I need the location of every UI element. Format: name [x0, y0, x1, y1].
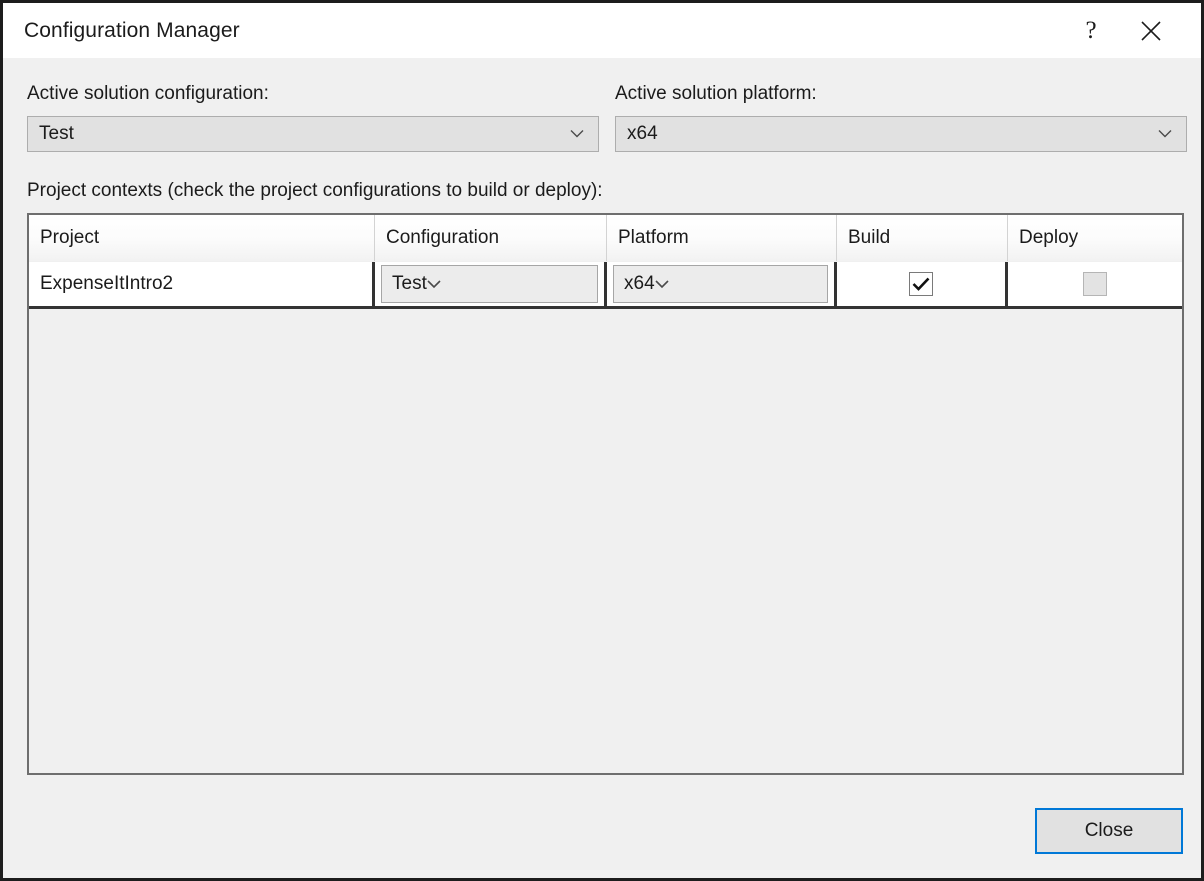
- active-solution-platform-value: x64: [627, 123, 658, 145]
- deploy-checkbox: [1083, 272, 1107, 296]
- row-configuration-value: Test: [392, 273, 427, 295]
- active-solution-platform-label: Active solution platform:: [615, 83, 817, 105]
- checkmark-icon: [912, 277, 930, 291]
- question-mark-icon: ?: [1085, 18, 1096, 43]
- close-icon: [1140, 20, 1162, 42]
- project-contexts-label: Project contexts (check the project conf…: [27, 180, 603, 202]
- title-bar: Configuration Manager ?: [3, 3, 1201, 58]
- chevron-down-icon: [427, 280, 441, 289]
- project-name: ExpenseItIntro2: [29, 273, 173, 295]
- chevron-down-icon: [1158, 130, 1172, 139]
- column-header-configuration[interactable]: Configuration: [375, 215, 607, 261]
- active-solution-configuration-label: Active solution configuration:: [27, 83, 269, 105]
- row-configuration-dropdown[interactable]: Test: [381, 265, 598, 303]
- page-title: Configuration Manager: [24, 19, 240, 43]
- build-checkbox-wrap: [837, 272, 1005, 296]
- column-header-platform[interactable]: Platform: [607, 215, 837, 261]
- build-checkbox[interactable]: [909, 272, 933, 296]
- row-platform-value: x64: [624, 273, 655, 295]
- help-button[interactable]: ?: [1061, 3, 1121, 58]
- deploy-checkbox-wrap: [1008, 272, 1182, 296]
- cell-project[interactable]: ExpenseItIntro2: [29, 262, 375, 306]
- cell-build[interactable]: [837, 262, 1008, 306]
- dialog-body: Active solution configuration: Active so…: [3, 58, 1201, 878]
- row-platform-dropdown[interactable]: x64: [613, 265, 828, 303]
- chevron-down-icon: [655, 280, 669, 289]
- column-header-deploy[interactable]: Deploy: [1008, 215, 1182, 261]
- configuration-manager-dialog: Configuration Manager ? Active solution …: [0, 0, 1204, 881]
- table-row[interactable]: ExpenseItIntro2 Test x64: [29, 261, 1182, 309]
- chevron-down-icon: [570, 130, 584, 139]
- cell-platform[interactable]: x64: [607, 262, 837, 306]
- close-window-button[interactable]: [1121, 3, 1181, 58]
- column-header-project[interactable]: Project: [29, 215, 375, 261]
- active-solution-platform-dropdown[interactable]: x64: [615, 116, 1187, 152]
- cell-configuration[interactable]: Test: [375, 262, 607, 306]
- cell-deploy[interactable]: [1008, 262, 1182, 306]
- grid-header-row: Project Configuration Platform Build Dep…: [29, 215, 1182, 261]
- active-solution-configuration-value: Test: [39, 123, 74, 145]
- active-solution-configuration-dropdown[interactable]: Test: [27, 116, 599, 152]
- project-contexts-grid: Project Configuration Platform Build Dep…: [27, 213, 1184, 775]
- column-header-build[interactable]: Build: [837, 215, 1008, 261]
- close-button[interactable]: Close: [1035, 808, 1183, 854]
